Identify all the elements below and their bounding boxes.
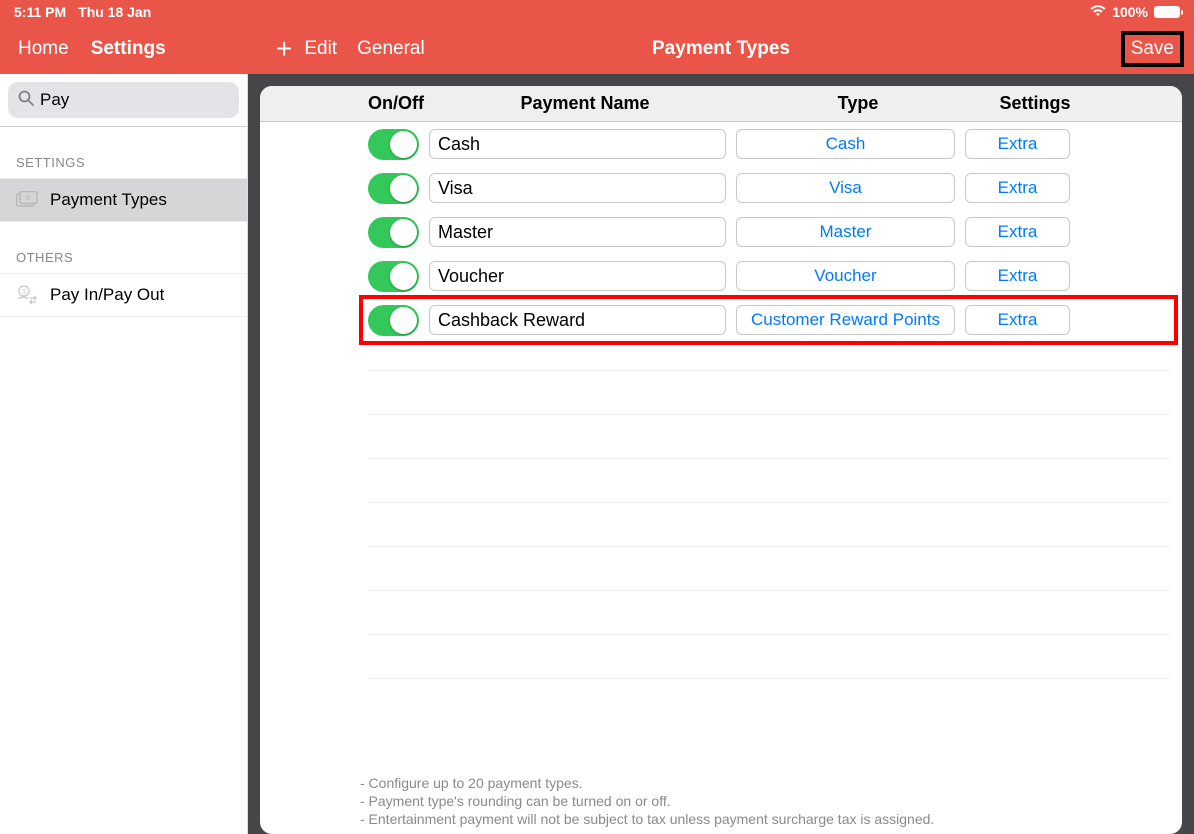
footer-line: - Payment type's rounding can be turned …: [360, 792, 1162, 810]
sidebar: ✕ SETTINGS $ Payment Types OTHERS $ Pay …: [0, 74, 248, 834]
footer-line: - Entertainment payment will not be subj…: [360, 810, 1162, 828]
table-header: On/Off Payment Name Type Settings: [260, 86, 1182, 122]
payment-name-input[interactable]: [429, 129, 726, 159]
payment-row: Customer Reward Points Extra: [260, 298, 1182, 342]
footer-hint: - Configure up to 20 payment types. - Pa…: [360, 774, 1162, 828]
svg-text:$: $: [22, 290, 26, 296]
payment-name-input[interactable]: [429, 305, 726, 335]
topbar: Home Settings + Edit General Payment Typ…: [0, 24, 1194, 74]
payment-row: Master Extra: [260, 210, 1182, 254]
status-bar: 5:11 PM Thu 18 Jan 100%: [0, 0, 1194, 24]
settings-button[interactable]: Extra: [965, 173, 1070, 203]
toggle-switch[interactable]: [368, 305, 419, 336]
page-title: Payment Types: [652, 38, 790, 60]
nav-settings[interactable]: Settings: [91, 38, 166, 60]
payment-types-icon: $: [16, 189, 38, 211]
general-link[interactable]: General: [357, 38, 425, 60]
payment-row: Cash Extra: [260, 122, 1182, 166]
empty-row: [368, 546, 1170, 590]
empty-row: [368, 678, 1170, 722]
empty-row: [368, 414, 1170, 458]
battery-percent: 100%: [1112, 4, 1148, 20]
payment-name-input[interactable]: [429, 261, 726, 291]
empty-row: [368, 502, 1170, 546]
sidebar-item-payment-types[interactable]: $ Payment Types: [0, 178, 247, 222]
th-onoff: On/Off: [368, 93, 424, 114]
battery-icon: [1154, 6, 1180, 18]
settings-button[interactable]: Extra: [965, 261, 1070, 291]
search-icon: [18, 90, 34, 111]
payment-row: Voucher Extra: [260, 254, 1182, 298]
toggle-switch[interactable]: [368, 261, 419, 292]
payment-row: Visa Extra: [260, 166, 1182, 210]
type-button[interactable]: Visa: [736, 173, 955, 203]
panel: On/Off Payment Name Type Settings Cash Ex…: [260, 86, 1182, 834]
search-box[interactable]: ✕: [8, 82, 239, 118]
empty-row: [368, 370, 1170, 414]
th-name: Payment Name: [434, 93, 736, 114]
sidebar-item-label: Payment Types: [50, 190, 167, 210]
th-type: Type: [746, 93, 970, 114]
type-button[interactable]: Customer Reward Points: [736, 305, 955, 335]
payment-name-input[interactable]: [429, 173, 726, 203]
type-button[interactable]: Master: [736, 217, 955, 247]
wifi-icon: [1090, 4, 1106, 20]
settings-button[interactable]: Extra: [965, 305, 1070, 335]
toggle-switch[interactable]: [368, 173, 419, 204]
toggle-switch[interactable]: [368, 129, 419, 160]
toggle-switch[interactable]: [368, 217, 419, 248]
svg-text:$: $: [26, 195, 30, 202]
settings-button[interactable]: Extra: [965, 217, 1070, 247]
content-area: On/Off Payment Name Type Settings Cash Ex…: [248, 74, 1194, 834]
th-settings: Settings: [980, 93, 1090, 114]
settings-button[interactable]: Extra: [965, 129, 1070, 159]
empty-row: [368, 634, 1170, 678]
status-time: 5:11 PM: [14, 4, 66, 20]
footer-line: - Configure up to 20 payment types.: [360, 774, 1162, 792]
empty-row: [368, 590, 1170, 634]
save-button[interactable]: Save: [1121, 31, 1184, 67]
type-button[interactable]: Voucher: [736, 261, 955, 291]
search-input[interactable]: [40, 90, 261, 110]
nav-home[interactable]: Home: [18, 38, 69, 60]
add-icon[interactable]: +: [276, 33, 292, 65]
status-date: Thu 18 Jan: [78, 4, 151, 20]
sidebar-item-pay-in-out[interactable]: $ Pay In/Pay Out: [0, 273, 247, 317]
empty-row: [368, 458, 1170, 502]
section-header-settings: SETTINGS: [0, 127, 247, 178]
type-button[interactable]: Cash: [736, 129, 955, 159]
pay-in-out-icon: $: [16, 284, 38, 306]
section-header-others: OTHERS: [0, 222, 247, 273]
payment-name-input[interactable]: [429, 217, 726, 247]
edit-button[interactable]: Edit: [304, 38, 337, 60]
sidebar-item-label: Pay In/Pay Out: [50, 285, 164, 305]
